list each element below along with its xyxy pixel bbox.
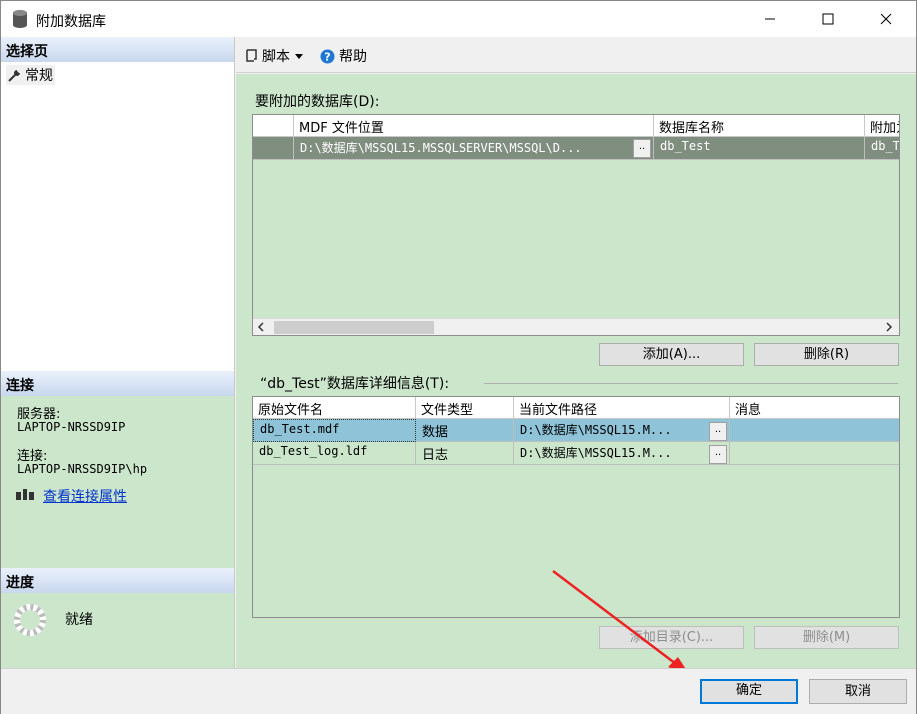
column-header-mdf-location[interactable]: MDF 文件位置 [294, 115, 654, 137]
section-divider [484, 383, 898, 384]
column-header-db-name[interactable]: 数据库名称 [654, 115, 865, 137]
horizontal-scrollbar[interactable] [253, 318, 899, 335]
browse-mdf-button[interactable]: .. [633, 139, 651, 158]
column-header-message[interactable]: 消息 [730, 397, 899, 419]
view-connection-properties-link[interactable]: 查看连接属性 [43, 486, 127, 506]
progress-status: 就绪 [65, 612, 93, 628]
connection-value: LAPTOP-NRSSD9IP\hp [17, 462, 148, 476]
file-name-cell[interactable]: db_Test.mdf [253, 419, 416, 442]
dialog-footer: 确定 取消 [1, 668, 916, 714]
column-header-current-path[interactable]: 当前文件路径 [514, 397, 730, 419]
database-icon [13, 10, 27, 28]
script-icon [246, 49, 257, 62]
remove-file-button[interactable]: 删除(M) [754, 626, 899, 649]
script-label: 脚本 [262, 49, 290, 65]
row-header-column [253, 115, 294, 137]
mdf-location-cell[interactable]: D:\数据库\MSSQL15.MSSQLSERVER\MSSQL\D... [294, 137, 654, 160]
scroll-left-icon[interactable] [257, 322, 265, 332]
chevron-down-icon [295, 54, 303, 59]
file-name-cell[interactable]: db_Test_log.ldf [253, 442, 416, 465]
server-value: LAPTOP-NRSSD9IP [17, 420, 126, 434]
path-cell[interactable]: D:\数据库\MSSQL15.M... [514, 419, 730, 442]
script-button[interactable]: 脚本 [244, 46, 304, 66]
maximize-icon [822, 13, 834, 25]
main-content: 要附加的数据库(D): MDF 文件位置 数据库名称 附加为 D:\数据库\MS… [236, 74, 916, 674]
nav-item-label: 常规 [25, 68, 53, 84]
connection-area: 服务器: LAPTOP-NRSSD9IP 连接: LAPTOP-NRSSD9IP… [1, 396, 234, 568]
browse-path-button[interactable]: .. [709, 445, 727, 464]
connection-header: 连接 [1, 371, 234, 396]
progress-header: 进度 [1, 568, 234, 593]
minimize-icon [765, 18, 775, 20]
add-database-button[interactable]: 添加(A)... [599, 343, 744, 366]
svg-text:?: ? [324, 50, 330, 63]
attach-databases-grid[interactable]: MDF 文件位置 数据库名称 附加为 D:\数据库\MSSQL15.MSSQLS… [252, 114, 900, 336]
progress-spinner-icon [14, 604, 46, 636]
title-bar: 附加数据库 [1, 1, 916, 37]
message-cell [730, 419, 899, 442]
file-type-cell[interactable]: 数据 [416, 419, 514, 442]
nav-item-general[interactable]: 常规 [6, 65, 55, 85]
connection-properties-icon [16, 489, 34, 500]
ok-button[interactable]: 确定 [700, 679, 798, 704]
row-selector[interactable] [253, 137, 294, 160]
progress-area: 就绪 [1, 593, 234, 668]
scrollbar-thumb[interactable] [274, 321, 434, 334]
minimize-button[interactable] [739, 1, 801, 37]
attach-as-cell[interactable]: db_Test [865, 137, 899, 160]
column-header-file-type[interactable]: 文件类型 [416, 397, 514, 419]
details-label: “db_Test”数据库详细信息(T): [260, 376, 450, 392]
left-panel: 选择页 常规 连接 服务器: LAPTOP-NRSSD9IP 连接: LAPTO… [1, 37, 235, 668]
db-name-cell[interactable]: db_Test [654, 137, 865, 160]
scroll-right-icon[interactable] [885, 322, 893, 332]
attach-databases-label: 要附加的数据库(D): [255, 94, 380, 110]
message-cell [730, 442, 899, 465]
close-icon [880, 13, 892, 25]
wrench-icon [8, 69, 20, 82]
annotation-arrow-icon [552, 570, 689, 674]
remove-database-button[interactable]: 删除(R) [754, 343, 899, 366]
file-type-cell[interactable]: 日志 [416, 442, 514, 465]
column-header-original-file-name[interactable]: 原始文件名 [253, 397, 416, 419]
close-button[interactable] [855, 1, 917, 37]
maximize-button[interactable] [797, 1, 859, 37]
window-title: 附加数据库 [36, 14, 106, 30]
attach-database-dialog: 附加数据库 选择页 常规 连接 服务器: LAPTOP-NRSSD9IP 连接:… [0, 0, 917, 714]
toolbar: 脚本 ? 帮助 [236, 37, 916, 73]
column-header-attach-as[interactable]: 附加为 [865, 115, 899, 137]
cancel-button[interactable]: 取消 [809, 679, 907, 704]
path-cell[interactable]: D:\数据库\MSSQL15.M... [514, 442, 730, 465]
help-icon: ? [320, 49, 335, 63]
browse-path-button[interactable]: .. [709, 422, 727, 441]
help-button[interactable]: ? 帮助 [320, 46, 367, 66]
help-label: 帮助 [339, 49, 367, 65]
select-page-header: 选择页 [1, 37, 234, 62]
